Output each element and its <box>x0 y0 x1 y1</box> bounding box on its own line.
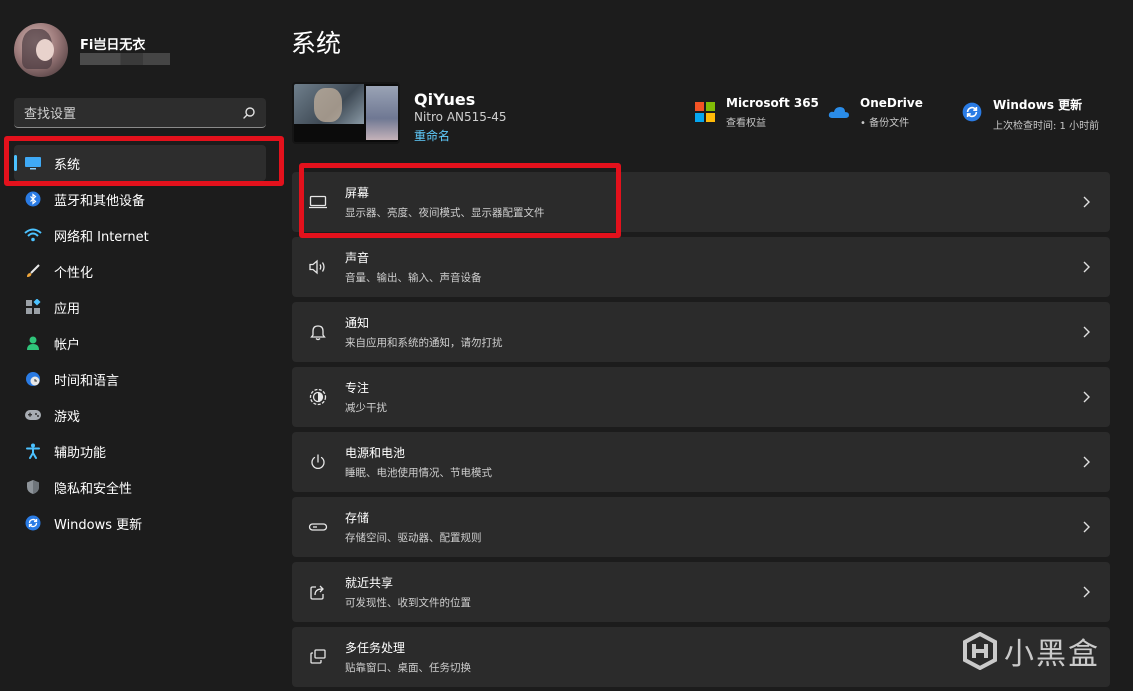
settings-card-power-battery[interactable]: 电源和电池 睡眠、电池使用情况、节电模式 <box>292 432 1110 492</box>
quick-link-subtitle: • 备份文件 <box>860 118 910 129</box>
card-subtitle: 可发现性、收到文件的位置 <box>345 597 471 609</box>
bell-icon <box>307 321 329 343</box>
sidebar-item-label: 隐私和安全性 <box>54 481 133 497</box>
chevron-right-icon <box>1083 521 1090 533</box>
update-icon <box>24 514 42 532</box>
sidebar-item-label: Windows 更新 <box>54 517 143 533</box>
sidebar-item-label: 时间和语言 <box>54 373 120 389</box>
quick-link-subtitle: 查看权益 <box>726 118 766 129</box>
card-subtitle: 来自应用和系统的通知，请勿打扰 <box>345 337 503 349</box>
annotation-highlight-system <box>4 136 284 186</box>
card-title: 电源和电池 <box>345 446 406 460</box>
settings-card-nearby-sharing[interactable]: 就近共享 可发现性、收到文件的位置 <box>292 562 1110 622</box>
shield-icon <box>24 478 42 496</box>
watermark-text: 小黑盒 <box>1004 637 1100 672</box>
apps-icon <box>24 298 42 316</box>
user-avatar[interactable] <box>14 23 68 77</box>
annotation-highlight-display <box>299 163 621 238</box>
quick-link-title: OneDrive <box>860 96 923 110</box>
chevron-right-icon <box>1083 586 1090 598</box>
device-wallpaper-thumbnail <box>292 82 400 144</box>
gamepad-icon <box>24 406 42 424</box>
onedrive-cloud-icon <box>828 101 850 123</box>
accessibility-icon <box>24 442 42 460</box>
chevron-right-icon <box>1083 326 1090 338</box>
page-title: 系统 <box>291 29 342 58</box>
user-email-redacted <box>80 53 170 65</box>
sidebar-item-label: 帐户 <box>54 337 81 353</box>
sidebar-item-gaming[interactable]: 游戏 <box>14 397 266 433</box>
brush-icon <box>24 262 42 280</box>
sidebar-item-bluetooth[interactable]: 蓝牙和其他设备 <box>14 181 266 217</box>
quick-link-subtitle: 上次检查时间: 1 小时前 <box>993 121 1100 132</box>
quick-link-microsoft365[interactable]: Microsoft 365 查看权益 <box>694 96 819 129</box>
settings-card-sound[interactable]: 声音 音量、输出、输入、声音设备 <box>292 237 1110 297</box>
settings-card-notifications[interactable]: 通知 来自应用和系统的通知，请勿打扰 <box>292 302 1110 362</box>
sidebar: Fi岂日无衣 查找设置 系统 蓝牙和其他设备 网络和 Internet 个性化 … <box>0 0 282 691</box>
wifi-icon <box>24 226 42 244</box>
sidebar-item-accessibility[interactable]: 辅助功能 <box>14 433 266 469</box>
person-icon <box>24 334 42 352</box>
card-title: 专注 <box>345 381 370 395</box>
settings-card-storage[interactable]: 存储 存储空间、驱动器、配置规则 <box>292 497 1110 557</box>
sidebar-item-personalization[interactable]: 个性化 <box>14 253 266 289</box>
card-title: 声音 <box>345 251 370 265</box>
quick-link-title: Microsoft 365 <box>726 96 819 110</box>
microsoft-logo-icon <box>694 101 716 123</box>
device-name: QiYues <box>414 90 476 109</box>
heybox-logo-icon <box>963 632 997 670</box>
sidebar-item-label: 辅助功能 <box>54 445 107 461</box>
card-subtitle: 音量、输出、输入、声音设备 <box>345 272 482 284</box>
user-name: Fi岂日无衣 <box>80 38 146 53</box>
sidebar-item-label: 个性化 <box>54 265 94 281</box>
sidebar-item-network[interactable]: 网络和 Internet <box>14 217 266 253</box>
quick-link-onedrive[interactable]: OneDrive • 备份文件 <box>828 96 923 129</box>
card-title: 存储 <box>345 511 370 525</box>
sidebar-item-label: 蓝牙和其他设备 <box>54 193 146 209</box>
search-box[interactable]: 查找设置 <box>14 98 266 128</box>
sidebar-nav: 系统 蓝牙和其他设备 网络和 Internet 个性化 应用 帐户 时间和语言 … <box>14 145 266 541</box>
avatar-face <box>36 39 54 61</box>
search-icon <box>243 106 255 119</box>
chevron-right-icon <box>1083 196 1090 208</box>
card-title: 就近共享 <box>345 576 394 590</box>
card-title: 多任务处理 <box>345 641 406 655</box>
power-icon <box>307 451 329 473</box>
quick-link-windows-update[interactable]: Windows 更新 上次检查时间: 1 小时前 <box>961 96 1099 132</box>
multitask-icon <box>307 646 329 668</box>
share-icon <box>307 581 329 603</box>
storage-icon <box>307 516 329 538</box>
card-subtitle: 减少干扰 <box>345 402 387 414</box>
settings-list: 屏幕 显示器、亮度、夜间模式、显示器配置文件 声音 音量、输出、输入、声音设备 … <box>292 172 1110 691</box>
speaker-icon <box>307 256 329 278</box>
bluetooth-icon <box>24 190 42 208</box>
rename-link[interactable]: 重命名 <box>414 127 450 144</box>
chevron-right-icon <box>1083 456 1090 468</box>
chevron-right-icon <box>1083 261 1090 273</box>
device-model: Nitro AN515-45 <box>414 110 507 124</box>
settings-card-focus[interactable]: 专注 减少干扰 <box>292 367 1110 427</box>
sidebar-item-label: 应用 <box>54 301 81 317</box>
quick-link-title: Windows 更新 <box>993 98 1083 112</box>
watermark: 小黑盒 <box>962 629 1100 673</box>
sidebar-item-privacy[interactable]: 隐私和安全性 <box>14 469 266 505</box>
sidebar-item-time-language[interactable]: 时间和语言 <box>14 361 266 397</box>
windows-update-icon <box>961 101 983 123</box>
sidebar-item-apps[interactable]: 应用 <box>14 289 266 325</box>
card-title: 通知 <box>345 316 370 330</box>
globe-clock-icon <box>24 370 42 388</box>
sidebar-item-label: 游戏 <box>54 409 81 425</box>
sidebar-item-windows-update[interactable]: Windows 更新 <box>14 505 266 541</box>
card-subtitle: 贴靠窗口、桌面、任务切换 <box>345 662 471 674</box>
sidebar-item-accounts[interactable]: 帐户 <box>14 325 266 361</box>
card-subtitle: 存储空间、驱动器、配置规则 <box>345 532 482 544</box>
card-subtitle: 睡眠、电池使用情况、节电模式 <box>345 467 492 479</box>
search-input[interactable]: 查找设置 <box>24 103 242 122</box>
focus-icon <box>307 386 329 408</box>
sidebar-item-label: 网络和 Internet <box>54 229 149 245</box>
chevron-right-icon <box>1083 391 1090 403</box>
